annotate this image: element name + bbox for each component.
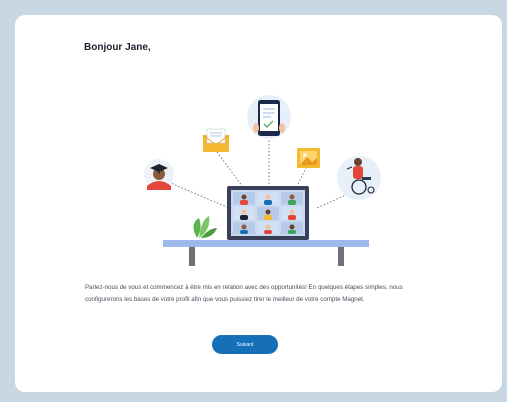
image-frame-icon [297,148,320,168]
plant-icon [193,216,217,238]
onboarding-illustration [144,95,381,266]
app-frame: Bonjour Jane, Parlez-nous de vous et com… [0,0,507,402]
welcome-card: Bonjour Jane, Parlez-nous de vous et com… [15,15,502,392]
greeting-heading: Bonjour Jane, [84,42,151,53]
laptop-video-call-icon [219,186,317,245]
tablet-document-icon [247,95,291,139]
intro-paragraph: Parlez-nous de vous et commencez à être … [85,284,403,303]
email-envelope-icon [202,128,230,152]
graduate-avatar-icon [144,159,174,190]
video-participant-tiles [233,192,303,234]
wheelchair-user-icon [337,156,381,200]
next-button[interactable]: Suivant [212,335,278,354]
desk-icon [163,240,369,266]
